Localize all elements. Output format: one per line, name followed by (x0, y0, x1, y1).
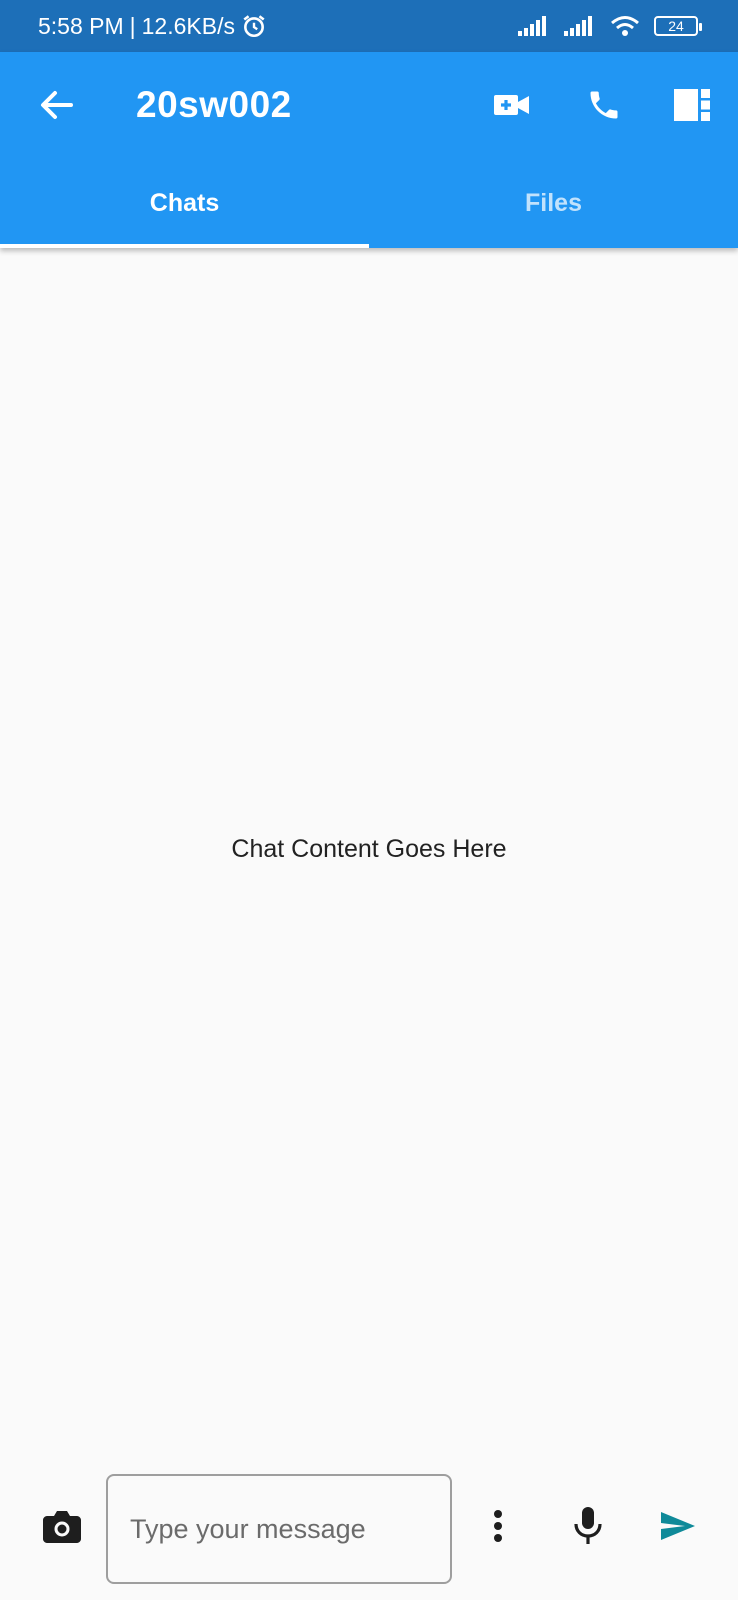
status-separator: | (129, 12, 136, 39)
side-panel-button[interactable] (666, 79, 718, 131)
camera-button[interactable] (36, 1500, 88, 1552)
more-options-button[interactable] (472, 1500, 524, 1552)
tab-indicator (0, 244, 369, 248)
video-call-button[interactable] (486, 79, 538, 131)
send-icon (661, 1512, 695, 1540)
side-panel-icon (674, 89, 710, 121)
signal-icon (518, 16, 550, 36)
wifi-icon (610, 15, 640, 37)
toolbar: 20sw002 (0, 52, 738, 158)
phone-icon (586, 87, 622, 123)
send-button[interactable] (652, 1500, 704, 1552)
app-bar: 20sw002 Chats Files (0, 52, 738, 248)
status-left: 5:58 PM | 12.6KB/s (38, 0, 267, 52)
signal-icon-2 (564, 16, 596, 36)
phone-call-button[interactable] (578, 79, 630, 131)
battery-level: 24 (668, 18, 684, 34)
tab-files-label: Files (525, 188, 582, 217)
mic-button[interactable] (562, 1500, 614, 1552)
more-vert-icon (493, 1510, 503, 1542)
video-call-icon (494, 93, 530, 117)
status-bar: 5:58 PM | 12.6KB/s 24 (0, 0, 738, 52)
camera-icon (43, 1509, 81, 1543)
mic-icon (574, 1507, 602, 1545)
battery-icon: 24 (654, 16, 702, 36)
back-button[interactable] (30, 79, 82, 131)
tab-bar: Chats Files (0, 158, 738, 248)
status-right: 24 (518, 0, 702, 52)
status-time: 5:58 PM (38, 12, 124, 39)
tab-chats-label: Chats (149, 188, 220, 217)
alarm-icon (241, 13, 267, 39)
tab-files[interactable]: Files (369, 158, 738, 248)
chat-content-placeholder: Chat Content Goes Here (231, 835, 507, 863)
network-speed: 12.6KB/s (141, 12, 235, 39)
message-input[interactable] (106, 1474, 452, 1584)
tab-chats[interactable]: Chats (0, 158, 369, 248)
page-title: 20sw002 (136, 84, 292, 125)
message-composer (0, 1470, 738, 1584)
back-arrow-icon (39, 90, 73, 120)
